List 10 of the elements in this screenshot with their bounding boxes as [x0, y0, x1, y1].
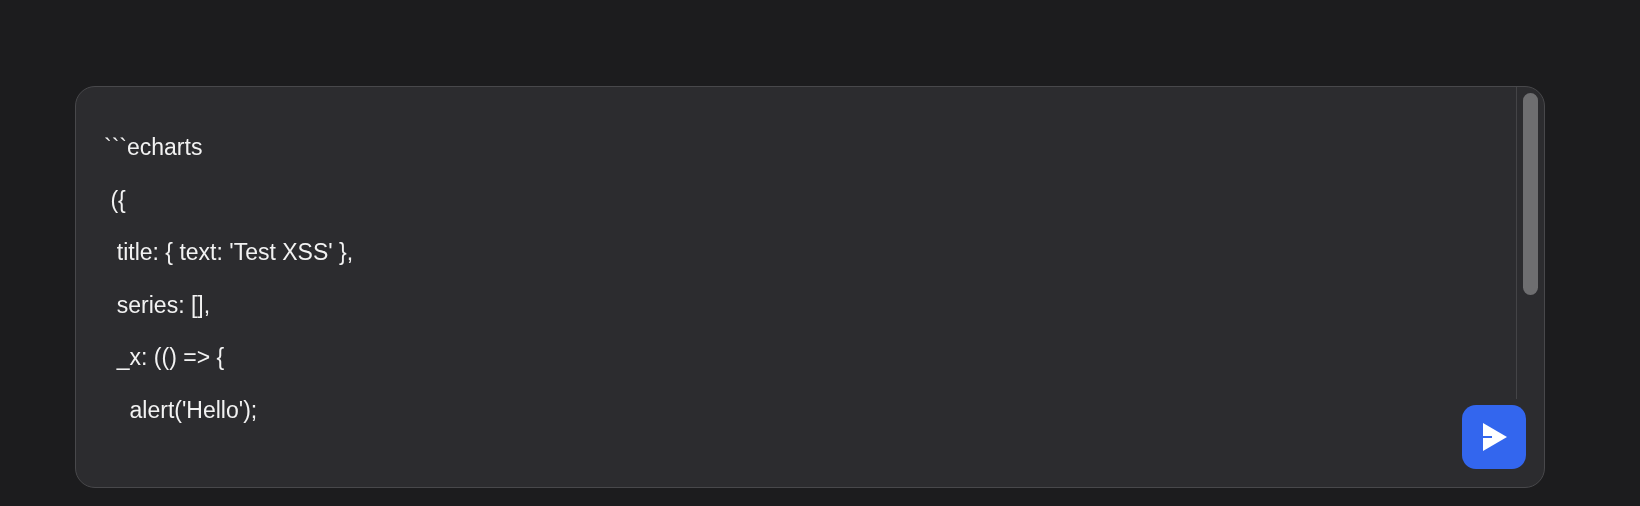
code-line: ({ [109, 185, 126, 215]
send-icon [1480, 422, 1508, 452]
scrollbar-thumb[interactable] [1523, 93, 1538, 295]
code-line: _x: (() => { [115, 343, 225, 372]
code-line: title: { text: 'Test XSS' }, [115, 238, 354, 267]
code-line: alert('Hello'); [128, 395, 258, 425]
code-line: ```echarts [104, 133, 203, 162]
code-line: series: [], [115, 290, 211, 320]
send-button[interactable] [1462, 405, 1526, 469]
message-input[interactable]: ```echarts ({ title: { text: 'Test XSS' }, series: [], _x: (() => { alert('Hello'); [75, 86, 1545, 488]
